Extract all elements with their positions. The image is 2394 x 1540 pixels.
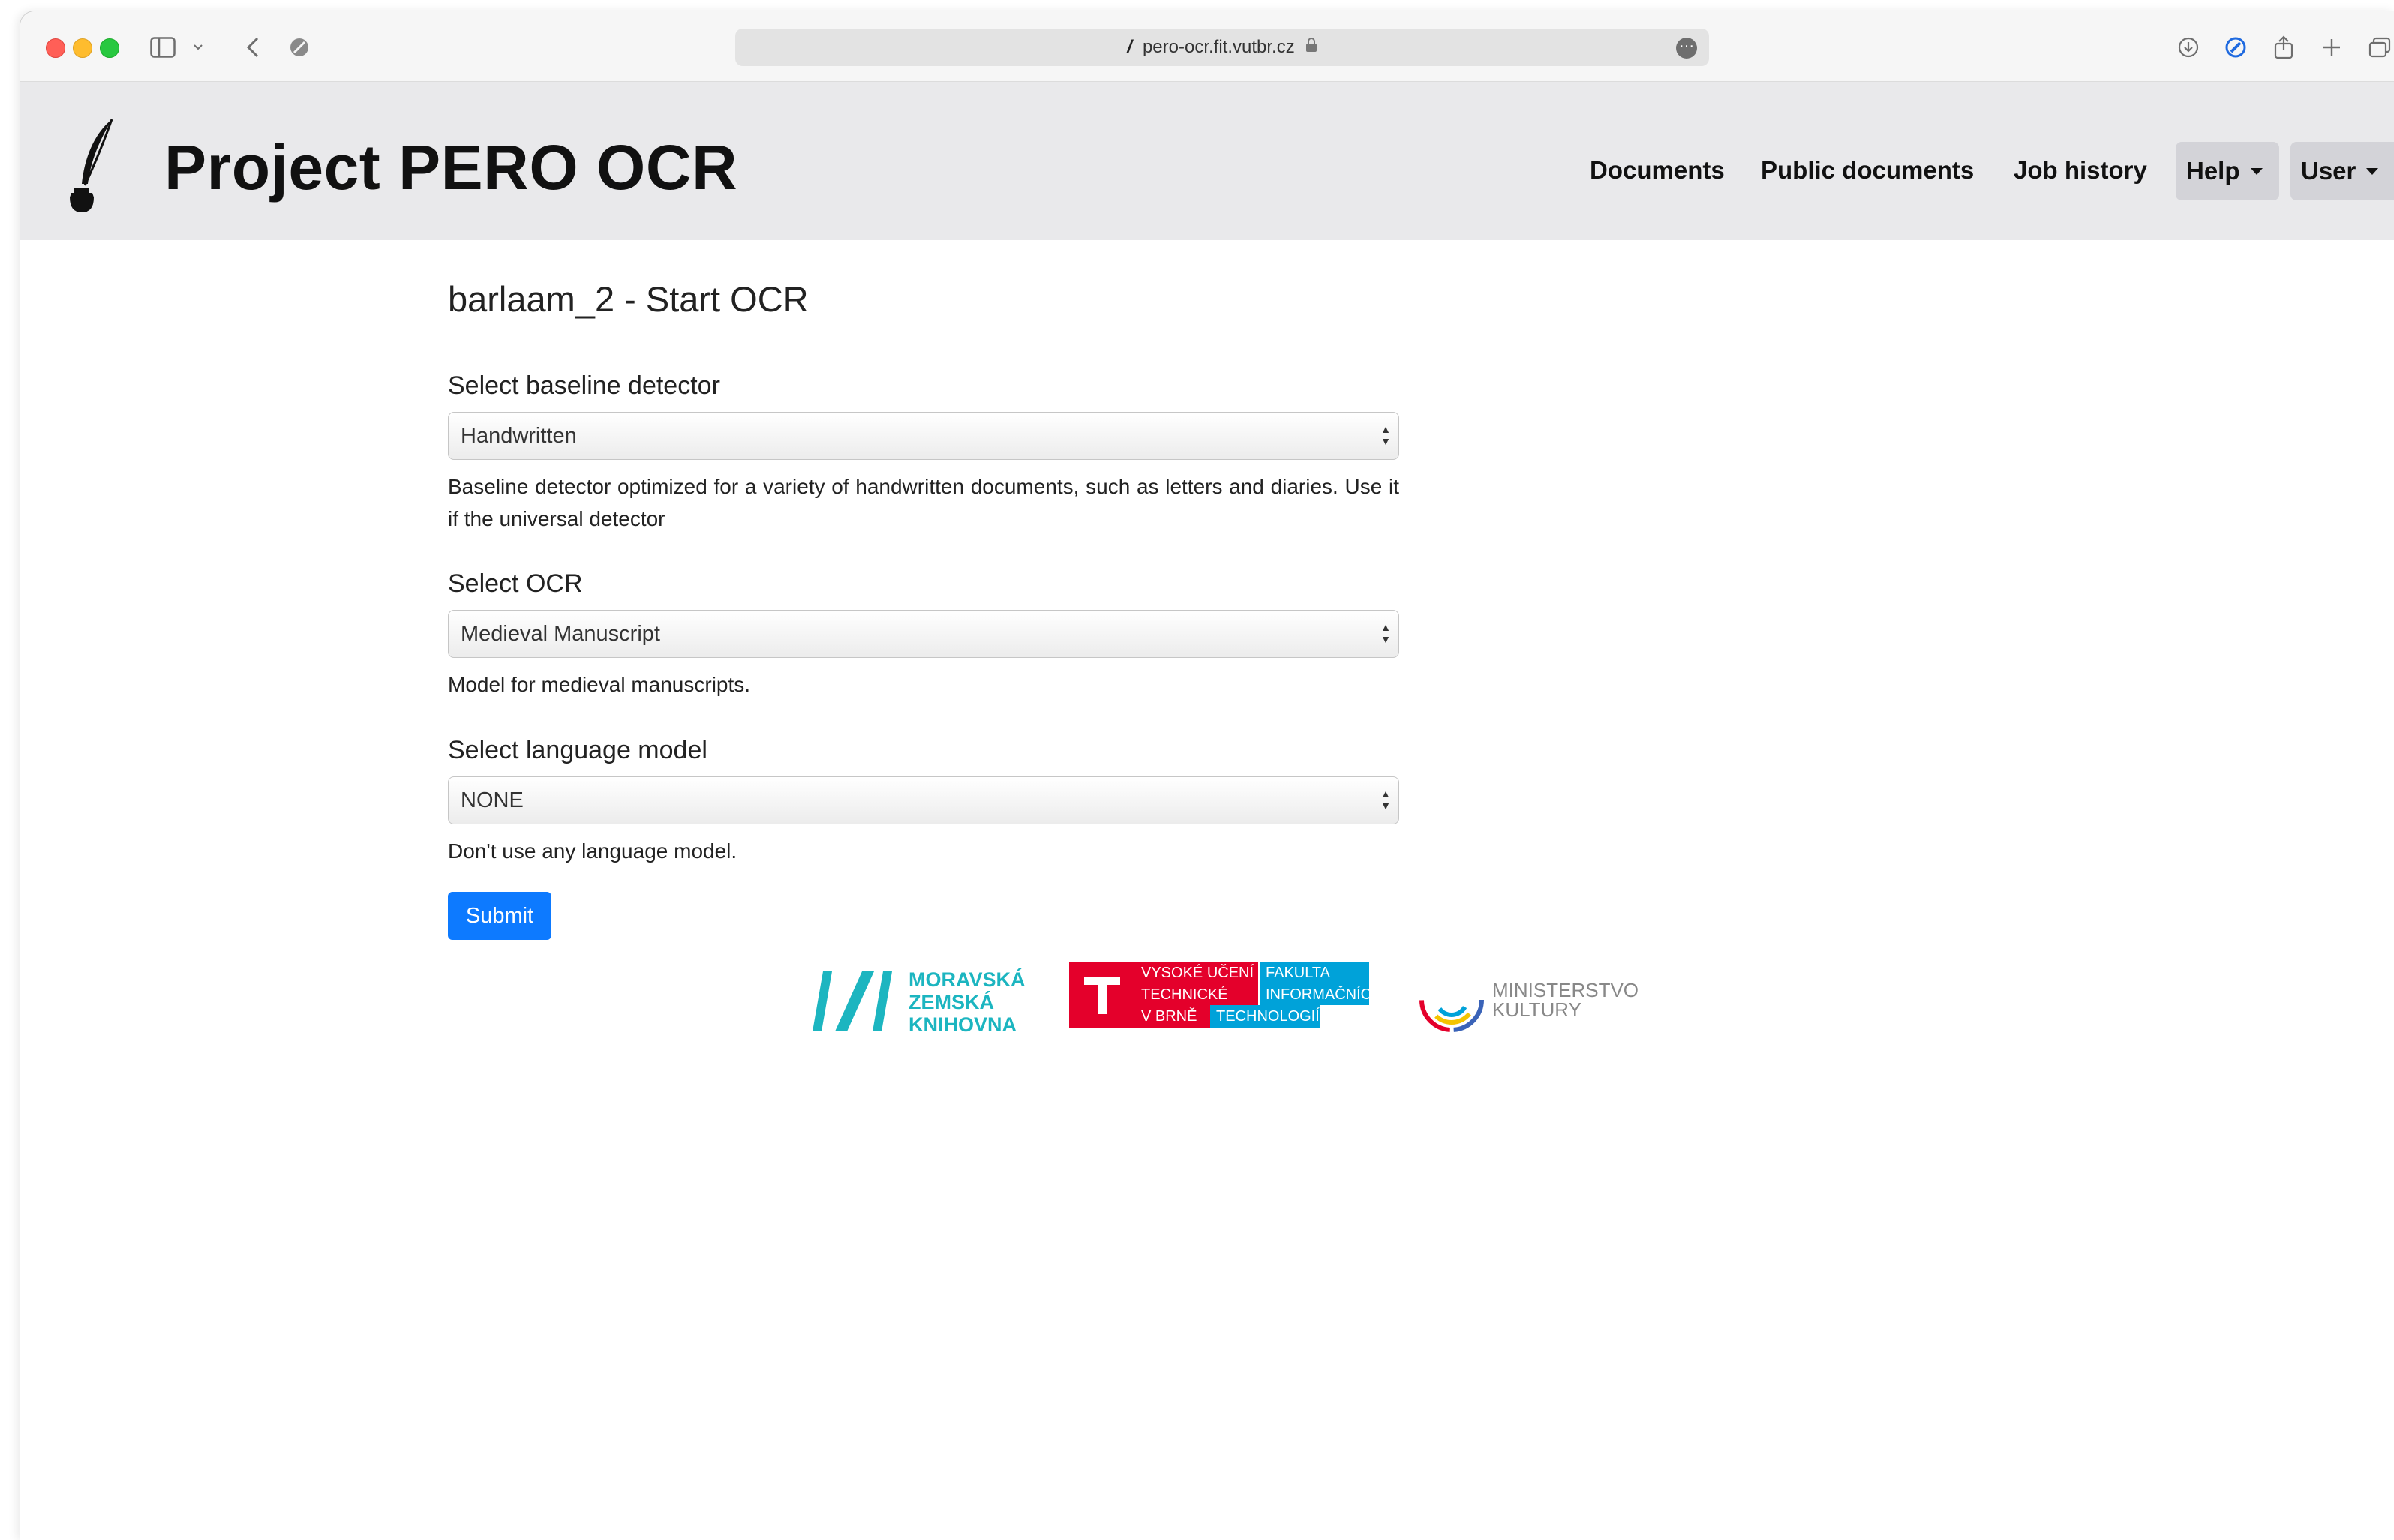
nav-public-documents-link[interactable]: Public documents (1761, 156, 1974, 185)
select-arrows-icon: ▲ ▼ (1380, 423, 1391, 447)
extension-icon[interactable] (2221, 31, 2251, 64)
lock-icon (1305, 37, 1317, 58)
mzk-line-1: MORAVSKÁ (909, 968, 1026, 991)
ocr-label: Select OCR (448, 569, 583, 598)
language-model-label: Select language model (448, 736, 707, 764)
site-brand[interactable]: Project PERO OCR (164, 131, 737, 204)
sidebar-toggle-icon[interactable] (148, 31, 178, 64)
page-title: barlaam_2 - Start OCR (448, 279, 809, 319)
quill-logo-icon[interactable] (65, 118, 118, 215)
share-icon[interactable] (2269, 31, 2299, 64)
page-menu-icon[interactable]: ··· (1676, 38, 1697, 59)
help-label: Help (2186, 157, 2240, 185)
user-label: User (2301, 157, 2356, 185)
mzk-line-3: KNIHOVNA (909, 1013, 1017, 1036)
caret-down-icon (2250, 167, 2263, 175)
caret-down-icon (2366, 167, 2379, 175)
vut-line-1: VYSOKÉ UČENÍ (1141, 964, 1254, 981)
language-model-description: Don't use any language model. (448, 839, 737, 863)
browser-window: / pero-ocr.fit.vutbr.cz ··· Project PERO… (20, 11, 2394, 1540)
mzk-line-2: ZEMSKÁ (909, 990, 994, 1013)
chevron-down-icon[interactable] (190, 31, 206, 64)
site-navbar: Project PERO OCR Documents Public docume… (20, 82, 2394, 240)
vut-fit-logo[interactable]: VYSOKÉ UČENÍ TECHNICKÉ V BRNĚ FAKULTA IN… (1069, 962, 1369, 1034)
nav-job-history-link[interactable]: Job history (2014, 156, 2147, 185)
submit-button[interactable]: Submit (448, 892, 551, 940)
help-dropdown-button[interactable]: Help (2176, 142, 2279, 200)
user-dropdown-button[interactable]: User (2290, 142, 2394, 200)
baseline-detector-value: Handwritten (461, 423, 577, 448)
close-window-button[interactable] (46, 38, 65, 58)
language-model-value: NONE (461, 788, 524, 812)
download-icon[interactable] (2173, 31, 2203, 64)
mzk-logo[interactable]: MORAVSKÁ ZEMSKÁ KNIHOVNA (810, 964, 1027, 1039)
browser-toolbar: / pero-ocr.fit.vutbr.cz ··· (20, 11, 2394, 82)
privacy-shield-icon[interactable] (284, 31, 314, 64)
quill-favicon-icon: / (1127, 37, 1132, 57)
vut-line-2: TECHNICKÉ (1141, 986, 1228, 1003)
select-arrows-icon: ▲ ▼ (1380, 788, 1391, 812)
new-tab-icon[interactable] (2317, 31, 2347, 64)
baseline-detector-description: Baseline detector optimized for a variet… (448, 475, 1399, 530)
minimize-window-button[interactable] (73, 38, 92, 58)
ocr-value: Medieval Manuscript (461, 621, 660, 646)
address-bar[interactable]: / pero-ocr.fit.vutbr.cz ··· (735, 29, 1709, 66)
vut-line-3: V BRNĚ (1141, 1007, 1197, 1025)
ocr-description: Model for medieval manuscripts. (448, 673, 751, 696)
back-icon[interactable] (238, 31, 268, 64)
zoom-window-button[interactable] (100, 38, 119, 58)
fit-line-2: INFORMAČNÍCH (1266, 986, 1369, 1003)
fit-line-1: FAKULTA (1266, 965, 1331, 981)
url-text: pero-ocr.fit.vutbr.cz (1142, 37, 1295, 57)
ocr-select[interactable]: Medieval Manuscript ▲ ▼ (448, 610, 1399, 658)
fit-line-3: TECHNOLOGIÍ (1216, 1007, 1320, 1025)
nav-documents-link[interactable]: Documents (1590, 156, 1725, 185)
tab-overview-icon[interactable] (2365, 31, 2394, 64)
select-arrows-icon: ▲ ▼ (1380, 621, 1391, 645)
baseline-detector-select[interactable]: Handwritten ▲ ▼ (448, 412, 1399, 460)
baseline-detector-label: Select baseline detector (448, 371, 720, 400)
mk-line-2: KULTURY (1492, 998, 1581, 1021)
ministry-of-culture-logo[interactable]: MINISTERSTVO KULTURY (1417, 964, 1642, 1036)
language-model-select[interactable]: NONE ▲ ▼ (448, 776, 1399, 824)
